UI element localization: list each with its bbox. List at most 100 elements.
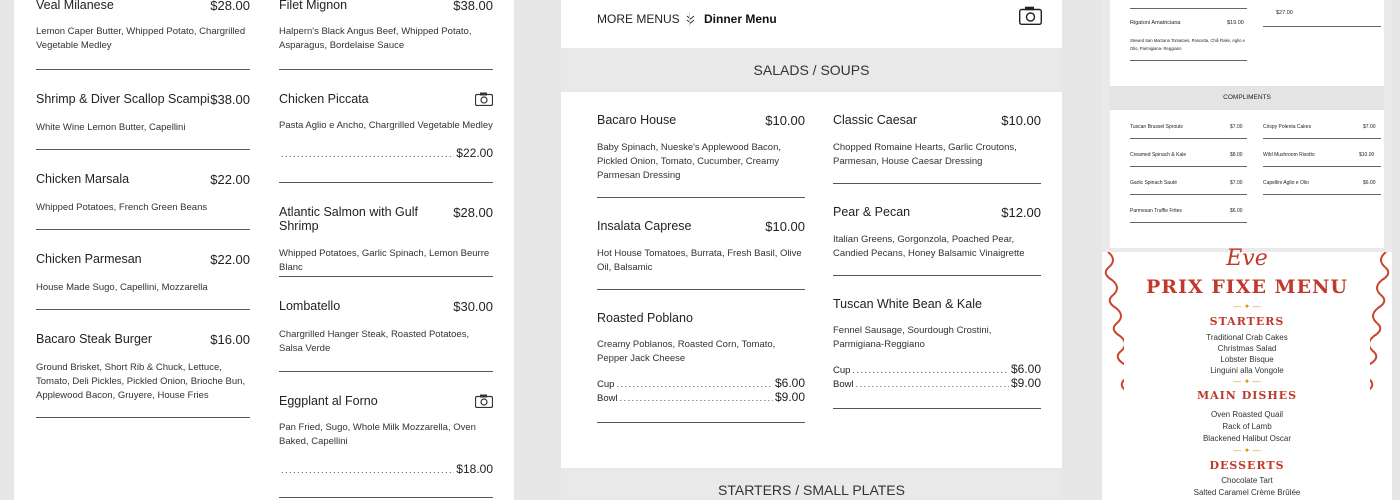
divider <box>1130 194 1247 195</box>
item-name: Bacaro House <box>597 113 677 127</box>
item-price: $10.00 <box>1001 113 1041 128</box>
camera-icon[interactable] <box>475 92 493 106</box>
menu-panel-entrees: Veal Milanese $28.00 Lemon Caper Butter,… <box>14 0 514 500</box>
item-description: Halpern's Black Angus Beef, Whipped Pota… <box>279 26 472 51</box>
item-price: $28.00 <box>453 205 493 220</box>
item-price: $18.00 <box>456 462 493 476</box>
divider <box>1263 138 1381 139</box>
item-description: Stewed San Marzano Tomatoes, Pancetta, C… <box>1130 38 1245 51</box>
prix-item: Oven Roasted Quail <box>1210 410 1284 419</box>
menu-item: Pear & Pecan $12.00 Italian Greens, Gorg… <box>833 184 1041 276</box>
current-menu-title[interactable]: Dinner Menu <box>704 12 777 26</box>
item-name: Tuscan White Bean & Kale <box>833 297 982 311</box>
price-row-bowl: Bowl ...................................… <box>597 390 805 404</box>
item-price: $19.00 <box>1227 20 1244 26</box>
size-label: Bowl <box>597 393 618 404</box>
item-price: $6.00 <box>1363 180 1376 186</box>
prix-item: Salted Caramel Crème Brûlée <box>1193 488 1301 497</box>
item-price: $7.00 <box>1230 180 1243 186</box>
item-name: Filet Mignon <box>279 0 348 12</box>
item-description: House Made Sugo, Capellini, Mozzarella <box>36 282 208 293</box>
section-header-salads-soups: SALADS / SOUPS <box>561 48 1062 92</box>
item-price: $30.00 <box>453 299 493 314</box>
item-description: Pasta Aglio e Ancho, Chargrilled Vegetab… <box>279 120 493 131</box>
menu-item: Chicken Piccata Pasta Aglio e Ancho, Cha… <box>279 70 493 183</box>
prix-fixe-menu-image[interactable]: Eve PRIX FIXE MENU — ✦ — STARTERS Tradit… <box>1102 246 1392 500</box>
item-description: Baby Spinach, Nueske's Applewood Bacon, … <box>597 142 782 181</box>
price-row-cup: Cup ....................................… <box>833 362 1041 376</box>
item-name: Roasted Poblano <box>597 311 693 325</box>
camera-icon[interactable] <box>475 394 493 408</box>
menu-item: Roasted Poblano Creamy Poblanos, Roasted… <box>597 290 805 423</box>
item-name: Rigatoni Amatriciana <box>1130 20 1181 26</box>
prix-section-starters: STARTERS <box>1209 315 1285 328</box>
item-name: Chicken Parmesan <box>36 252 142 266</box>
menu-item: Lombatello $30.00 Chargrilled Hanger Ste… <box>279 277 493 372</box>
sides-menu-image[interactable]: $27.00 Rigatoni Amatriciana $19.00 Stewe… <box>1110 0 1384 248</box>
item-price: $28.00 <box>210 0 250 13</box>
item-price: $6.00 <box>1010 362 1041 376</box>
item-price: $22.00 <box>210 172 250 187</box>
divider <box>1130 138 1247 139</box>
camera-icon[interactable] <box>1019 6 1042 25</box>
item-name: Parmesan Truffle Frites <box>1130 208 1182 214</box>
entrees-column-left: Veal Milanese $28.00 Lemon Caper Butter,… <box>36 0 250 418</box>
size-label: Bowl <box>833 379 854 390</box>
prix-item: Chocolate Tart <box>1221 476 1273 485</box>
item-name: Chicken Marsala <box>36 172 130 186</box>
item-price: $27.00 <box>1276 10 1293 16</box>
item-price: $10.00 <box>765 113 805 128</box>
divider <box>1130 60 1247 61</box>
item-description: Hot House Tomatoes, Burrata, Fresh Basil… <box>597 248 802 273</box>
menu-item: Insalata Caprese $10.00 Hot House Tomato… <box>597 198 805 290</box>
ornament-icon: — ✦ — <box>1233 302 1261 311</box>
item-name: Insalata Caprese <box>597 219 692 233</box>
divider <box>1130 222 1247 223</box>
prix-item: Traditional Crab Cakes <box>1206 333 1288 342</box>
price-row-cup: Cup ....................................… <box>597 376 805 390</box>
divider <box>1263 26 1381 27</box>
item-name: Tuscan Brussel Sprouts <box>1130 124 1183 130</box>
item-description: Whipped Potatoes, French Green Beans <box>36 202 208 213</box>
compliments-header: COMPLIMENTS <box>1110 86 1384 110</box>
item-name: Lombatello <box>279 299 341 313</box>
item-price: $9.00 <box>1010 376 1041 390</box>
item-price: $6.00 <box>774 376 805 390</box>
prix-item: Rack of Lamb <box>1222 422 1272 431</box>
item-name: Bacaro Steak Burger <box>36 332 153 346</box>
divider <box>689 12 690 26</box>
menu-item: Tuscan White Bean & Kale Fennel Sausage,… <box>833 276 1041 409</box>
price-row: ........................................… <box>281 146 493 160</box>
prix-item: Lobster Bisque <box>1220 355 1274 364</box>
item-description: Whipped Potatoes, Garlic Spinach, Lemon … <box>279 248 490 273</box>
item-price: $6.00 <box>1230 208 1243 214</box>
ornament-icon: — ✦ — <box>1233 446 1261 455</box>
more-menus-label: MORE MENUS <box>597 12 680 26</box>
menu-item: Filet Mignon $38.00 Halpern's Black Angu… <box>279 0 493 70</box>
item-price: $10.00 <box>1359 152 1375 158</box>
menu-item: Eggplant al Forno Pan Fried, Sugo, Whole… <box>279 372 493 498</box>
menu-item: Shrimp & Diver Scallop Scampi $38.00 Whi… <box>36 70 250 150</box>
menu-item: Veal Milanese $28.00 Lemon Caper Butter,… <box>36 0 250 70</box>
item-price: $22.00 <box>210 252 250 267</box>
item-name: Veal Milanese <box>36 0 114 12</box>
menu-item: Bacaro House $10.00 Baby Spinach, Nueske… <box>597 92 805 198</box>
divider <box>1130 8 1247 9</box>
menu-item: Bacaro Steak Burger $16.00 Ground Briske… <box>36 310 250 418</box>
item-price: $7.00 <box>1363 124 1376 130</box>
more-menus-button[interactable]: MORE MENUS <box>597 12 695 26</box>
prix-item: Linguini alla Vongole <box>1210 366 1284 375</box>
menu-images-panel: $27.00 Rigatoni Amatriciana $19.00 Stewe… <box>1102 0 1392 500</box>
entrees-column-right: Filet Mignon $38.00 Halpern's Black Angu… <box>279 0 493 498</box>
item-description: White Wine Lemon Butter, Capellini <box>36 122 186 133</box>
menu-item: Chicken Parmesan $22.00 House Made Sugo,… <box>36 230 250 310</box>
item-name: Shrimp & Diver Scallop Scampi <box>36 92 210 106</box>
item-price: $38.00 <box>210 92 250 107</box>
item-name: Classic Caesar <box>833 113 918 127</box>
prix-item: Blackened Halibut Oscar <box>1202 434 1292 443</box>
item-description: Creamy Poblanos, Roasted Corn, Tomato, P… <box>597 339 776 364</box>
salads-column-right: Classic Caesar $10.00 Chopped Romaine He… <box>833 92 1041 409</box>
menu-item: Atlantic Salmon with Gulf Shrimp $28.00 … <box>279 183 493 277</box>
price-row: ........................................… <box>281 462 493 476</box>
item-description: Italian Greens, Gorgonzola, Poached Pear… <box>833 234 1025 259</box>
